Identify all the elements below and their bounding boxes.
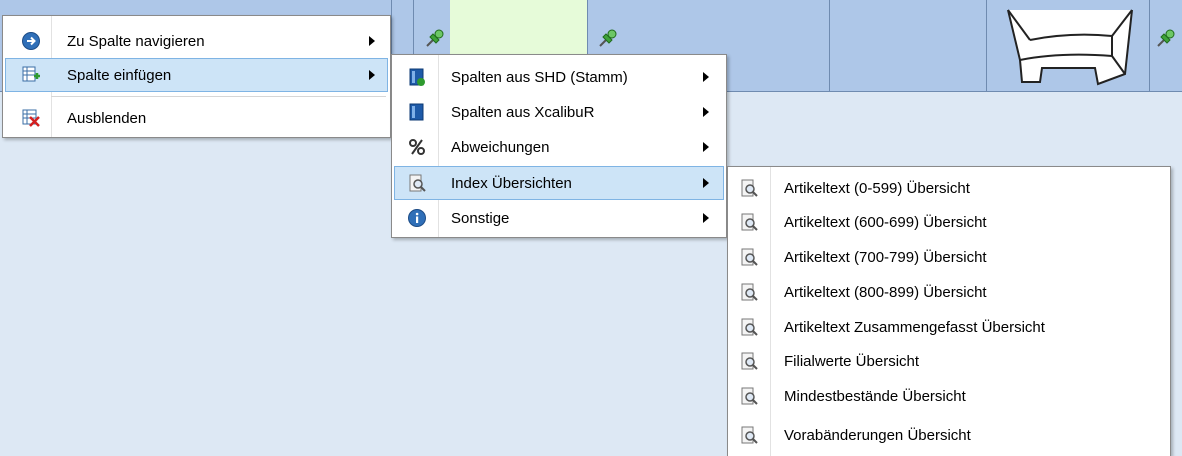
menu-item-label: Vorabänderungen Übersicht — [784, 426, 971, 444]
pin-icon[interactable] — [597, 27, 619, 49]
submenu-arrow-icon — [703, 213, 709, 223]
hide-column-icon — [20, 107, 42, 129]
menu-item-label: Filialwerte Übersicht — [784, 352, 920, 370]
menu-item-label: Artikeltext (0-599) Übersicht — [784, 179, 970, 197]
arrow-right-circle-icon — [20, 30, 42, 52]
report-magnifier-icon — [738, 385, 760, 407]
menu-item-abweichungen[interactable]: Abweichungen — [394, 130, 724, 164]
menu-item-spalte-einfuegen[interactable]: Spalte einfügen — [5, 58, 388, 92]
pin-icon[interactable] — [424, 27, 446, 49]
percent-icon — [406, 136, 428, 158]
menu-item-filialwerte[interactable]: Filialwerte Übersicht — [730, 344, 1168, 378]
context-menu: Zu Spalte navigieren Spalte einfügen Aus… — [2, 15, 391, 138]
sofa-image — [1007, 9, 1133, 86]
menu-item-index-uebersichten[interactable]: Index Übersichten — [394, 166, 724, 200]
menu-item-sonstige[interactable]: Sonstige — [394, 201, 724, 235]
menu-item-vorabaenderungen[interactable]: Vorabänderungen Übersicht — [730, 418, 1168, 452]
menu-item-ausblenden[interactable]: Ausblenden — [5, 101, 388, 135]
menu-item-label: Sonstige — [451, 209, 510, 227]
menu-item-zu-spalte-navigieren[interactable]: Zu Spalte navigieren — [5, 24, 388, 58]
book-shd-icon — [406, 66, 428, 88]
menu-item-label: Spalten aus SHD (Stamm) — [451, 68, 628, 86]
menu-item-label: Ausblenden — [67, 109, 147, 127]
menu-item-label: Mindestbestände Übersicht — [784, 387, 966, 405]
grid-column-header[interactable] — [830, 0, 987, 92]
report-magnifier-icon — [738, 281, 760, 303]
report-magnifier-icon — [738, 350, 760, 372]
info-icon — [406, 207, 428, 229]
menu-item-mindestbestaende[interactable]: Mindestbestände Übersicht — [730, 379, 1168, 413]
menu-item-label: Spalten aus XcalibuR — [451, 103, 595, 121]
menu-item-artikeltext-600-699[interactable]: Artikeltext (600-699) Übersicht — [730, 205, 1168, 239]
menu-item-label: Index Übersichten — [451, 174, 572, 192]
menu-item-label: Abweichungen — [451, 138, 550, 156]
report-magnifier-icon — [738, 246, 760, 268]
report-magnifier-icon — [738, 424, 760, 446]
report-magnifier-icon — [738, 177, 760, 199]
report-magnifier-icon — [406, 172, 428, 194]
submenu-spalte-einfuegen: Spalten aus SHD (Stamm) Spalten aus Xcal… — [391, 54, 727, 238]
menu-item-spalten-aus-xcalibur[interactable]: Spalten aus XcalibuR — [394, 95, 724, 129]
submenu-arrow-icon — [703, 107, 709, 117]
book-xcalibur-icon — [406, 101, 428, 123]
submenu-arrow-icon — [369, 36, 375, 46]
menu-item-label: Artikeltext (600-699) Übersicht — [784, 213, 987, 231]
menu-item-artikeltext-700-799[interactable]: Artikeltext (700-799) Übersicht — [730, 240, 1168, 274]
submenu-arrow-icon — [703, 72, 709, 82]
submenu-index-uebersichten: Artikeltext (0-599) Übersicht Artikeltex… — [727, 166, 1171, 456]
submenu-arrow-icon — [703, 178, 709, 188]
menu-item-label: Artikeltext (700-799) Übersicht — [784, 248, 987, 266]
menu-item-artikeltext-800-899[interactable]: Artikeltext (800-899) Übersicht — [730, 275, 1168, 309]
menu-item-label: Artikeltext Zusammengefasst Übersicht — [784, 318, 1045, 336]
pin-icon[interactable] — [1155, 27, 1177, 49]
insert-column-icon — [20, 64, 42, 86]
menu-item-spalten-aus-shd[interactable]: Spalten aus SHD (Stamm) — [394, 60, 724, 94]
menu-item-label: Artikeltext (800-899) Übersicht — [784, 283, 987, 301]
menu-item-label: Zu Spalte navigieren — [67, 32, 205, 50]
menu-item-label: Spalte einfügen — [67, 66, 172, 84]
submenu-arrow-icon — [369, 70, 375, 80]
report-magnifier-icon — [738, 316, 760, 338]
menu-item-artikeltext-0-599[interactable]: Artikeltext (0-599) Übersicht — [730, 171, 1168, 205]
menu-item-artikeltext-zusammengefasst[interactable]: Artikeltext Zusammengefasst Übersicht — [730, 310, 1168, 344]
submenu-arrow-icon — [703, 142, 709, 152]
report-magnifier-icon — [738, 211, 760, 233]
